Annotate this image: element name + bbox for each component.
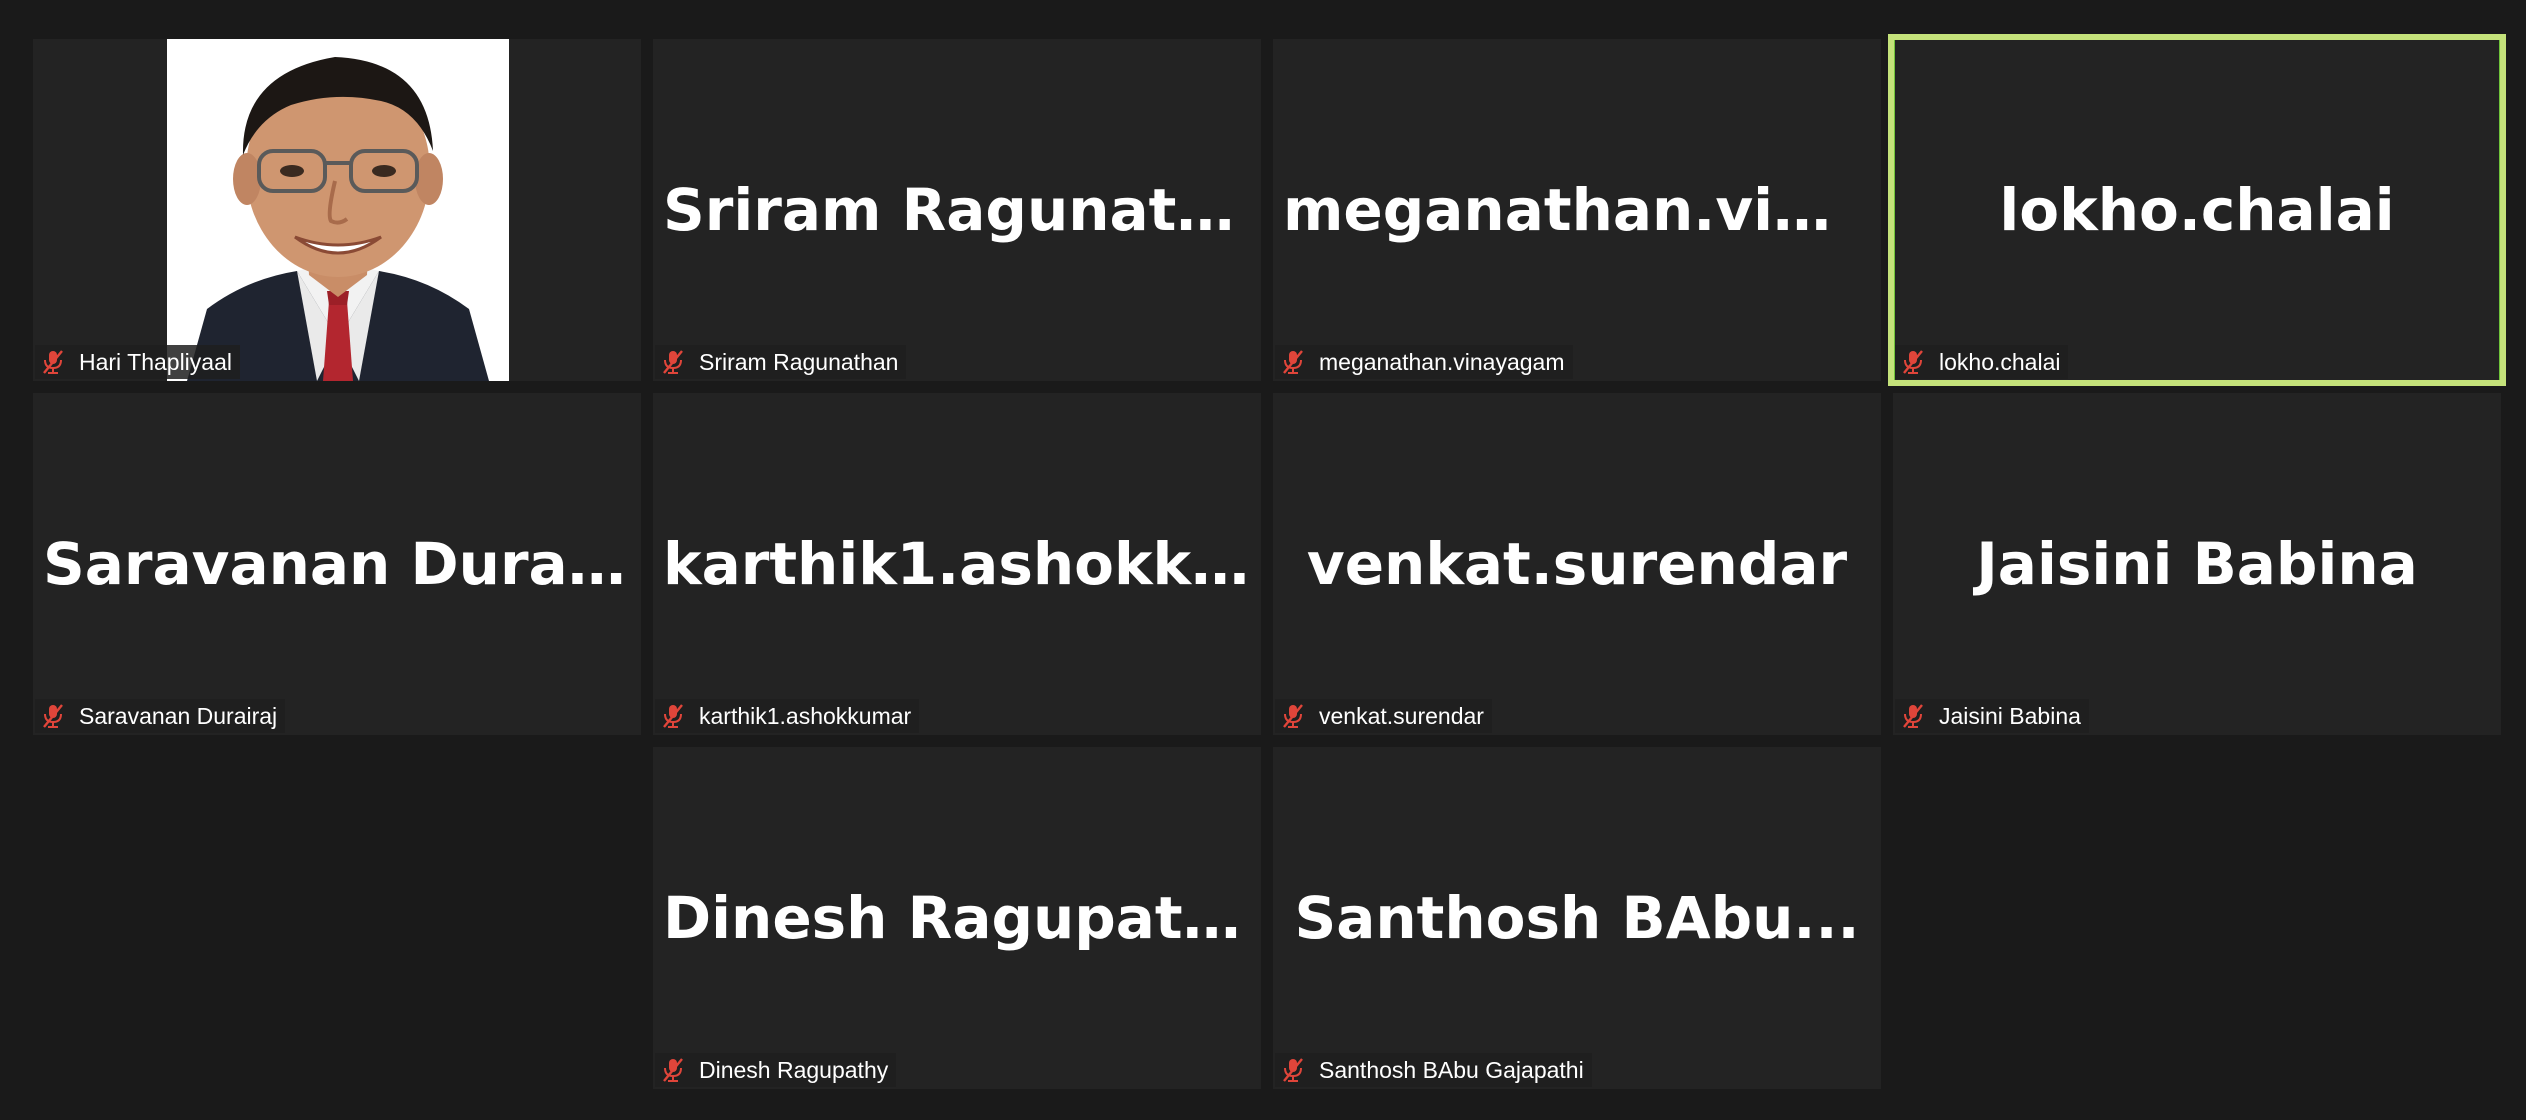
participant-name: Hari Thapliyaal bbox=[79, 348, 232, 375]
participant-photo-icon bbox=[167, 39, 509, 381]
participant-display-name: meganathan.vin... bbox=[1283, 177, 1881, 243]
participant-display-name: Sriram Ragunath... bbox=[663, 177, 1261, 243]
microphone-muted-icon bbox=[663, 350, 683, 374]
participant-tile-saravanan-durairaj[interactable]: Saravanan Durai... Saravanan Durairaj bbox=[33, 393, 641, 735]
participant-display-name: Santhosh BAbu... bbox=[1294, 885, 1860, 951]
participant-name-label: venkat.surendar bbox=[1275, 699, 1492, 733]
participant-name: Dinesh Ragupathy bbox=[699, 1056, 889, 1083]
participant-video bbox=[167, 39, 509, 381]
participant-name: Saravanan Durairaj bbox=[79, 702, 278, 729]
participant-name: karthik1.ashokkumar bbox=[699, 702, 912, 729]
participant-tile-sriram-ragunathan[interactable]: Sriram Ragunath... Sriram Ragunathan bbox=[653, 39, 1261, 381]
participant-tile-jaisini-babina[interactable]: Jaisini Babina Jaisini Babina bbox=[1893, 393, 2501, 735]
participant-tile-hari-thapliyaal[interactable]: Hari Thapliyaal bbox=[33, 39, 641, 381]
participant-display-name: Dinesh Ragupathy bbox=[663, 885, 1261, 951]
participant-name: Jaisini Babina bbox=[1939, 702, 2081, 729]
participant-name-label: lokho.chalai bbox=[1895, 345, 2069, 379]
microphone-muted-icon bbox=[663, 704, 683, 728]
participant-name: Sriram Ragunathan bbox=[699, 348, 899, 375]
microphone-muted-icon bbox=[1283, 1058, 1303, 1082]
participant-tile-venkat-surendar[interactable]: venkat.surendar venkat.surendar bbox=[1273, 393, 1881, 735]
participant-name-label: meganathan.vinayagam bbox=[1275, 345, 1573, 379]
participant-tile-santhosh-babu-gajapathi[interactable]: Santhosh BAbu... Santhosh BAbu Gajapathi bbox=[1273, 747, 1881, 1089]
participant-name-label: Sriram Ragunathan bbox=[655, 345, 907, 379]
participant-tile-lokho-chalai[interactable]: lokho.chalai lokho.chalai bbox=[1888, 34, 2506, 386]
participant-tile-meganathan-vinayagam[interactable]: meganathan.vin... meganathan.vinayagam bbox=[1273, 39, 1881, 381]
participant-name-label: karthik1.ashokkumar bbox=[655, 699, 920, 733]
participant-display-name: Jaisini Babina bbox=[1976, 531, 2418, 597]
participant-name-label: Hari Thapliyaal bbox=[35, 345, 240, 379]
microphone-muted-icon bbox=[1903, 350, 1923, 374]
microphone-muted-icon bbox=[1903, 704, 1923, 728]
microphone-muted-icon bbox=[1283, 350, 1303, 374]
participant-name: lokho.chalai bbox=[1939, 348, 2061, 375]
participant-name-label: Dinesh Ragupathy bbox=[655, 1053, 897, 1087]
participant-tile-karthik1-ashokkumar[interactable]: karthik1.ashokk... karthik1.ashokkumar bbox=[653, 393, 1261, 735]
microphone-muted-icon bbox=[1283, 704, 1303, 728]
microphone-muted-icon bbox=[43, 350, 63, 374]
participant-display-name: lokho.chalai bbox=[1999, 177, 2395, 243]
participant-tile-dinesh-ragupathy[interactable]: Dinesh Ragupathy Dinesh Ragupathy bbox=[653, 747, 1261, 1089]
participant-name-label: Jaisini Babina bbox=[1895, 699, 2089, 733]
participant-display-name: venkat.surendar bbox=[1306, 531, 1848, 597]
participant-name-label: Saravanan Durairaj bbox=[35, 699, 286, 733]
participant-name: meganathan.vinayagam bbox=[1319, 348, 1565, 375]
participant-display-name: karthik1.ashokk... bbox=[663, 531, 1258, 597]
video-gallery: Hari Thapliyaal Sriram Ragunath... Srira… bbox=[0, 0, 2526, 1120]
participant-name: venkat.surendar bbox=[1319, 702, 1484, 729]
microphone-muted-icon bbox=[43, 704, 63, 728]
participant-name: Santhosh BAbu Gajapathi bbox=[1319, 1056, 1584, 1083]
microphone-muted-icon bbox=[663, 1058, 683, 1082]
participant-name-label: Santhosh BAbu Gajapathi bbox=[1275, 1053, 1592, 1087]
participant-display-name: Saravanan Durai... bbox=[43, 531, 641, 597]
